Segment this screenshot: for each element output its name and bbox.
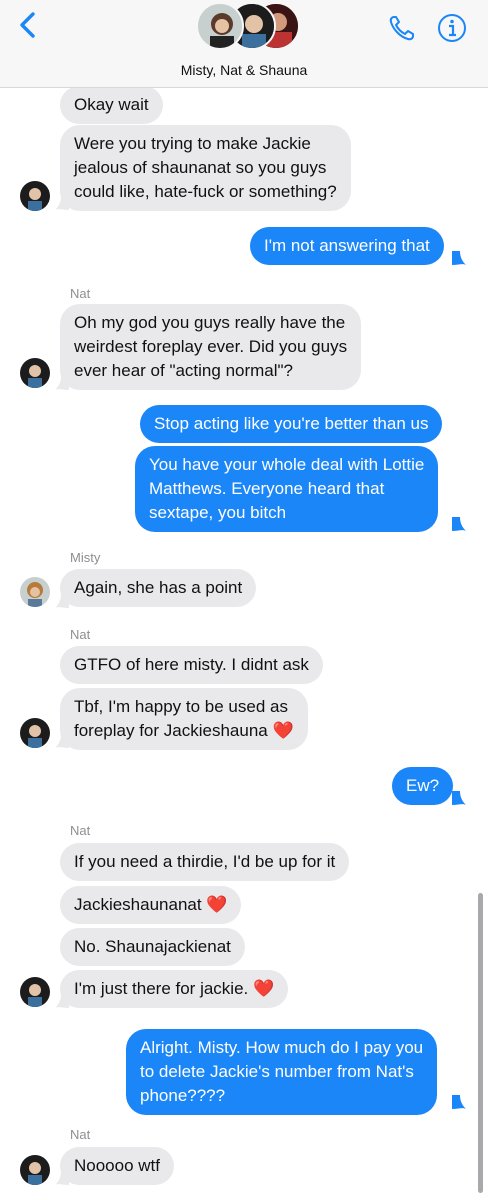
sender-name: Nat xyxy=(70,627,91,642)
bubble-tail xyxy=(55,376,69,390)
avatar-nat[interactable] xyxy=(20,358,50,388)
message-bubble[interactable]: GTFO of here misty. I didnt ask xyxy=(60,646,323,684)
bubble-tail xyxy=(452,1095,466,1109)
message-bubble[interactable]: Nooooo wtf xyxy=(60,1147,174,1185)
sender-name: Nat xyxy=(70,823,91,838)
bubble-tail xyxy=(452,517,466,531)
message-bubble[interactable]: Tbf, I'm happy to be used as foreplay fo… xyxy=(60,688,308,750)
bubble-tail xyxy=(55,1171,69,1185)
avatar-nat[interactable] xyxy=(20,718,50,748)
group-avatars[interactable] xyxy=(196,2,300,50)
message-bubble[interactable]: Oh my god you guys really have the weird… xyxy=(60,304,362,390)
conversation-header: Misty, Nat & Shauna xyxy=(0,0,488,88)
sender-name: Misty xyxy=(70,550,101,565)
call-button[interactable] xyxy=(386,12,418,44)
message-bubble[interactable]: Alright. Misty. How much do I pay you to… xyxy=(126,1029,438,1115)
sender-name: Nat xyxy=(70,1127,91,1142)
avatar-nat[interactable] xyxy=(20,181,50,211)
message-bubble[interactable]: You have your whole deal with Lottie Mat… xyxy=(135,446,439,532)
info-icon xyxy=(438,14,466,42)
avatar-misty[interactable] xyxy=(20,577,50,607)
bubble-tail xyxy=(55,594,69,608)
chevron-left-icon xyxy=(20,12,35,38)
message-bubble[interactable]: Were you trying to make Jackie jealous o… xyxy=(60,125,351,211)
bubble-tail xyxy=(55,734,69,748)
message-bubble[interactable]: If you need a thirdie, I'd be up for it xyxy=(60,843,350,881)
avatar-misty xyxy=(196,2,244,50)
avatar-nat[interactable] xyxy=(20,977,50,1007)
info-button[interactable] xyxy=(436,12,468,44)
bubble-tail xyxy=(55,196,69,210)
conversation-title[interactable]: Misty, Nat & Shauna xyxy=(0,62,488,78)
message-bubble[interactable]: Jackieshaunanat ❤️ xyxy=(60,886,242,924)
message-bubble[interactable]: I'm just there for jackie. ❤️ xyxy=(60,970,289,1008)
message-bubble[interactable]: Okay wait xyxy=(60,86,163,124)
bubble-tail xyxy=(55,994,69,1008)
sender-name: Nat xyxy=(70,286,91,301)
bubble-tail xyxy=(452,791,466,805)
back-button[interactable] xyxy=(14,10,44,40)
message-bubble[interactable]: Ew? xyxy=(392,767,454,805)
message-bubble[interactable]: No. Shaunajackienat xyxy=(60,928,245,966)
avatar-nat[interactable] xyxy=(20,1155,50,1185)
message-bubble[interactable]: Again, she has a point xyxy=(60,569,257,607)
phone-icon xyxy=(389,16,414,41)
message-bubble[interactable]: I'm not answering that xyxy=(250,227,444,265)
bubble-tail xyxy=(452,251,466,265)
message-bubble[interactable]: Stop acting like you're better than us xyxy=(140,405,443,443)
scrollbar[interactable] xyxy=(478,893,483,1193)
